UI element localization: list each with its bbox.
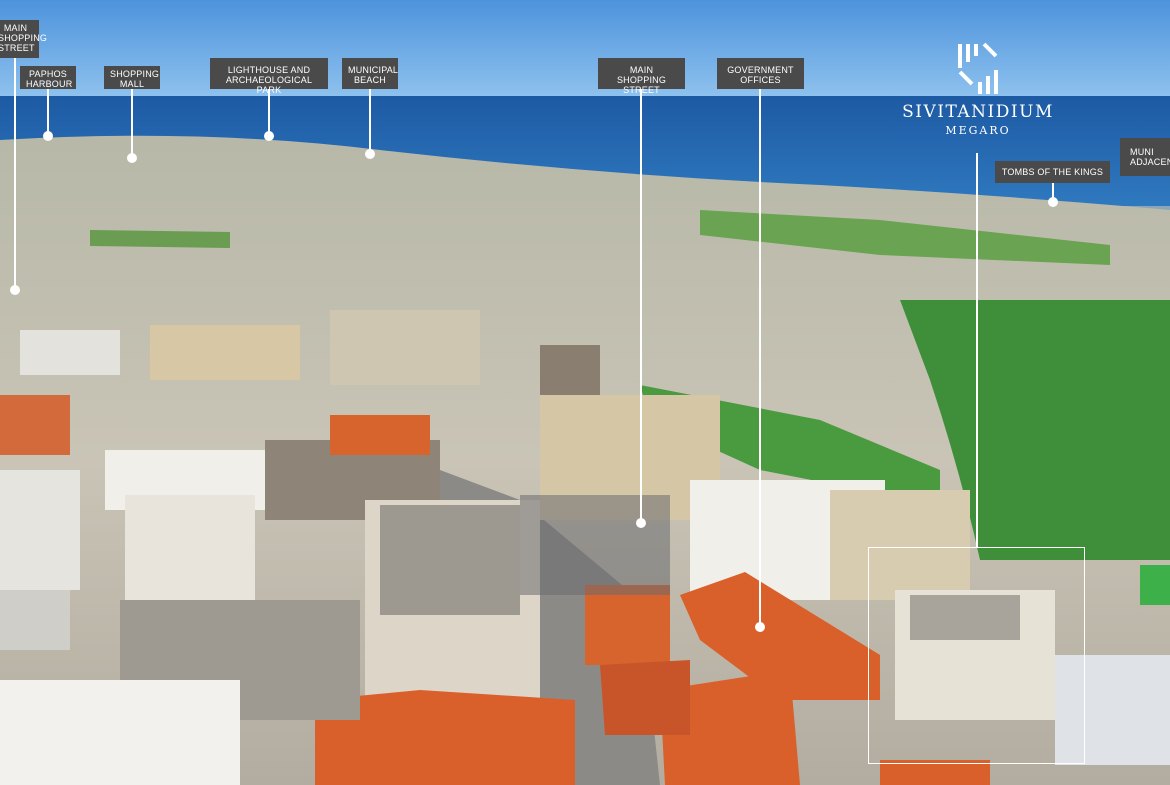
label-lighthouse: LIGHTHOUSE AND ARCHAEOLOGICAL PARK [210, 58, 328, 95]
location-dot [10, 285, 20, 295]
label-municipal-adjacent: MUNI ADJACENT [1120, 138, 1170, 176]
leader-line [268, 89, 270, 135]
leader-line [47, 89, 49, 135]
leader-line [640, 89, 642, 522]
location-dot [1048, 197, 1058, 207]
label-shopping-mall: SHOPPING MALL [104, 66, 160, 89]
location-dot [636, 518, 646, 528]
leader-line [14, 58, 16, 290]
striped-s-logo-icon [958, 42, 998, 94]
label-tombs-of-the-kings: TOMBS OF THE KINGS [995, 161, 1110, 183]
leader-line [759, 89, 761, 626]
location-dot [365, 149, 375, 159]
brand-logo: SIVITANIDIUM MEGARO [895, 42, 1061, 137]
brand-subtitle: MEGARO [945, 124, 1011, 137]
label-municipal-beach: MUNICIPAL BEACH [342, 58, 398, 89]
location-dot [43, 131, 53, 141]
leader-line [369, 89, 371, 153]
brand-name: SIVITANIDIUM [902, 102, 1054, 122]
property-highlight-frame [868, 547, 1085, 764]
leader-line [976, 153, 978, 547]
green-patch-left [90, 230, 230, 248]
location-dot [127, 153, 137, 163]
label-paphos-harbour: PAPHOS HARBOUR [20, 66, 76, 89]
leader-line [131, 89, 133, 157]
label-main-shopping-street: MAIN SHOPPING STREET [598, 58, 685, 95]
location-dot [755, 622, 765, 632]
label-government-offices: GOVERNMENT OFFICES [717, 58, 804, 89]
location-dot [264, 131, 274, 141]
label-main-shopping-street-left: MAIN SHOPPING STREET [0, 20, 47, 58]
